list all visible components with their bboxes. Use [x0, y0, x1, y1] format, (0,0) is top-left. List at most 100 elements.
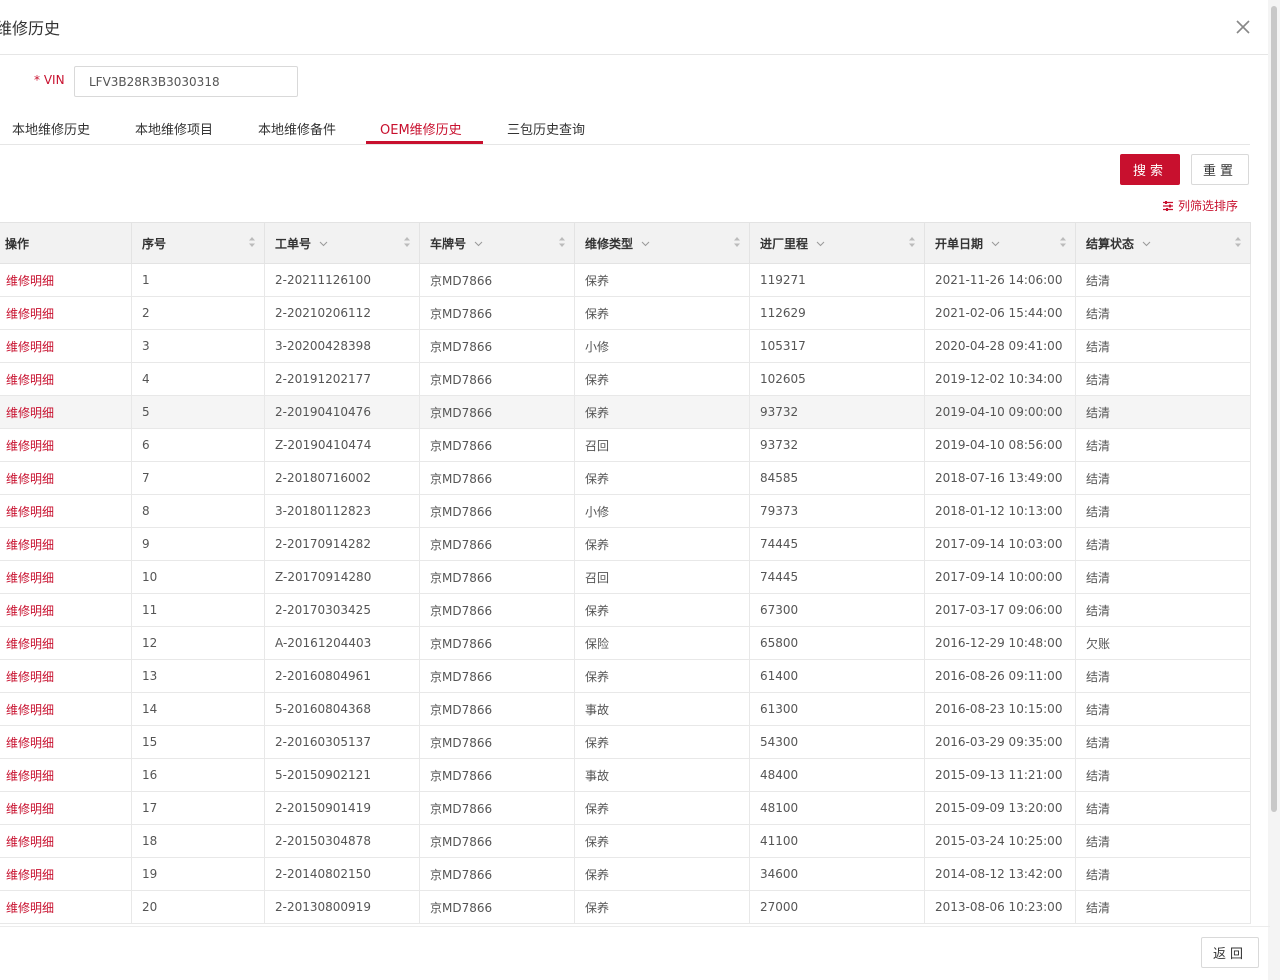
cell-index: 16 [131, 758, 265, 792]
repair-detail-link[interactable]: 维修明细 [6, 340, 54, 354]
sort-icon[interactable] [908, 236, 916, 248]
cell-action: 维修明细 [0, 659, 132, 693]
table-row[interactable]: 维修明细 17 2-20150901419 京MD7866 保养 48100 2015-09… [0, 791, 1251, 825]
table-row[interactable]: 维修明细 12 A-20161204403 京MD7866 保险 65800 2016-12… [0, 626, 1251, 660]
repair-detail-link[interactable]: 维修明细 [6, 472, 54, 486]
col-header-plate[interactable]: 车牌号 [419, 222, 575, 264]
col-header-open-date[interactable]: 开单日期 [924, 222, 1076, 264]
col-header-settlement-status[interactable]: 结算状态 [1075, 222, 1251, 264]
cell-mileage: 93732 [749, 428, 925, 462]
tab-warranty-history-query[interactable]: 三包历史查询 [507, 119, 585, 138]
repair-detail-link[interactable]: 维修明细 [6, 901, 54, 915]
col-header-order-no[interactable]: 工单号 [264, 222, 420, 264]
sort-icon[interactable] [1059, 236, 1067, 248]
col-header-index[interactable]: 序号 [131, 222, 265, 264]
cell-action: 维修明细 [0, 593, 132, 627]
tab-local-repair-parts[interactable]: 本地维修备件 [258, 119, 336, 138]
repair-detail-link[interactable]: 维修明细 [6, 373, 54, 387]
column-filter-label: 列筛选排序 [1178, 199, 1239, 213]
table-row[interactable]: 维修明细 19 2-20140802150 京MD7866 保养 34600 2014-08… [0, 857, 1251, 891]
col-header-mileage[interactable]: 进厂里程 [749, 222, 925, 264]
cell-open-date: 2020-04-28 09:41:00 [924, 329, 1076, 363]
tab-local-repair-items[interactable]: 本地维修项目 [135, 119, 213, 138]
vin-input[interactable] [74, 66, 298, 97]
repair-detail-link[interactable]: 维修明细 [6, 505, 54, 519]
cell-mileage: 61400 [749, 659, 925, 693]
sort-icon[interactable] [733, 236, 741, 248]
chevron-down-icon[interactable] [474, 241, 483, 247]
scrollbar-thumb[interactable] [1271, 6, 1277, 812]
repair-detail-link[interactable]: 维修明细 [6, 274, 54, 288]
cell-index: 14 [131, 692, 265, 726]
repair-detail-link[interactable]: 维修明细 [6, 538, 54, 552]
table-row[interactable]: 维修明细 11 2-20170303425 京MD7866 保养 67300 2017-03… [0, 593, 1251, 627]
table-row[interactable]: 维修明细 7 2-20180716002 京MD7866 保养 84585 2018-07-… [0, 461, 1251, 495]
close-icon[interactable] [1232, 16, 1254, 38]
cell-mileage: 93732 [749, 395, 925, 429]
repair-detail-link[interactable]: 维修明细 [6, 604, 54, 618]
table-row[interactable]: 维修明细 9 2-20170914282 京MD7866 保养 74445 2017-09-… [0, 527, 1251, 561]
table-row[interactable]: 维修明细 6 Z-20190410474 京MD7866 召回 93732 2019-04-… [0, 428, 1251, 462]
table-row[interactable]: 维修明细 5 2-20190410476 京MD7866 保养 93732 2019-04-… [0, 395, 1251, 429]
cell-plate: 京MD7866 [419, 593, 575, 627]
cell-index: 9 [131, 527, 265, 561]
sort-icon[interactable] [1234, 236, 1242, 248]
repair-detail-link[interactable]: 维修明细 [6, 703, 54, 717]
table-row[interactable]: 维修明细 15 2-20160305137 京MD7866 保养 54300 2016-03… [0, 725, 1251, 759]
table-row[interactable]: 维修明细 1 2-20211126100 京MD7866 保养 119271 2021-11… [0, 263, 1251, 297]
cell-order-no: 3-20200428398 [264, 329, 420, 363]
chevron-down-icon[interactable] [816, 241, 825, 247]
cell-settlement-status: 结清 [1075, 296, 1251, 330]
repair-detail-link[interactable]: 维修明细 [6, 670, 54, 684]
chevron-down-icon[interactable] [1142, 241, 1151, 247]
cell-open-date: 2019-12-02 10:34:00 [924, 362, 1076, 396]
cell-open-date: 2019-04-10 09:00:00 [924, 395, 1076, 429]
repair-detail-link[interactable]: 维修明细 [6, 868, 54, 882]
cell-index: 7 [131, 461, 265, 495]
cell-index: 12 [131, 626, 265, 660]
cell-mileage: 102605 [749, 362, 925, 396]
search-button[interactable]: 搜索 [1120, 154, 1180, 185]
col-header-repair-type[interactable]: 维修类型 [574, 222, 750, 264]
table-row[interactable]: 维修明细 14 5-20160804368 京MD7866 事故 61300 2016-08… [0, 692, 1251, 726]
repair-detail-link[interactable]: 维修明细 [6, 406, 54, 420]
chevron-down-icon[interactable] [319, 241, 328, 247]
repair-detail-link[interactable]: 维修明细 [6, 736, 54, 750]
reset-button[interactable]: 重置 [1191, 154, 1249, 185]
back-button[interactable]: 返回 [1201, 937, 1259, 968]
table-row[interactable]: 维修明细 18 2-20150304878 京MD7866 保养 41100 2015-03… [0, 824, 1251, 858]
table-row[interactable]: 维修明细 3 3-20200428398 京MD7866 小修 105317 2020-04… [0, 329, 1251, 363]
cell-plate: 京MD7866 [419, 890, 575, 924]
table-row[interactable]: 维修明细 10 Z-20170914280 京MD7866 召回 74445 2017-09… [0, 560, 1251, 594]
table-row[interactable]: 维修明细 8 3-20180112823 京MD7866 小修 79373 2018-01-… [0, 494, 1251, 528]
tab-oem-repair-history[interactable]: OEM维修历史 [380, 119, 462, 138]
table-row[interactable]: 维修明细 13 2-20160804961 京MD7866 保养 61400 2016-08… [0, 659, 1251, 693]
repair-detail-link[interactable]: 维修明细 [6, 439, 54, 453]
repair-detail-link[interactable]: 维修明细 [6, 571, 54, 585]
cell-plate: 京MD7866 [419, 296, 575, 330]
repair-detail-link[interactable]: 维修明细 [6, 769, 54, 783]
cell-order-no: 2-20170914282 [264, 527, 420, 561]
table-row[interactable]: 维修明细 20 2-20130800919 京MD7866 保养 27000 2013-08… [0, 890, 1251, 924]
cell-order-no: 5-20150902121 [264, 758, 420, 792]
cell-open-date: 2018-07-16 13:49:00 [924, 461, 1076, 495]
table-row[interactable]: 维修明细 16 5-20150902121 京MD7866 事故 48400 2015-09… [0, 758, 1251, 792]
sort-icon[interactable] [558, 236, 566, 248]
repair-detail-link[interactable]: 维修明细 [6, 835, 54, 849]
repair-detail-link[interactable]: 维修明细 [6, 637, 54, 651]
sort-icon[interactable] [248, 236, 256, 248]
sort-icon[interactable] [403, 236, 411, 248]
cell-action: 维修明细 [0, 626, 132, 660]
table-row[interactable]: 维修明细 2 2-20210206112 京MD7866 保养 112629 2021-02… [0, 296, 1251, 330]
table-row[interactable]: 维修明细 4 2-20191202177 京MD7866 保养 102605 2019-12… [0, 362, 1251, 396]
tab-local-repair-history[interactable]: 本地维修历史 [12, 119, 90, 138]
column-filter-sort-link[interactable]: 列筛选排序 [1162, 197, 1238, 214]
cell-open-date: 2016-12-29 10:48:00 [924, 626, 1076, 660]
cell-repair-type: 保养 [574, 263, 750, 297]
chevron-down-icon[interactable] [641, 241, 650, 247]
cell-mileage: 54300 [749, 725, 925, 759]
repair-detail-link[interactable]: 维修明细 [6, 802, 54, 816]
chevron-down-icon[interactable] [991, 241, 1000, 247]
repair-detail-link[interactable]: 维修明细 [6, 307, 54, 321]
cell-open-date: 2013-08-06 10:23:00 [924, 890, 1076, 924]
